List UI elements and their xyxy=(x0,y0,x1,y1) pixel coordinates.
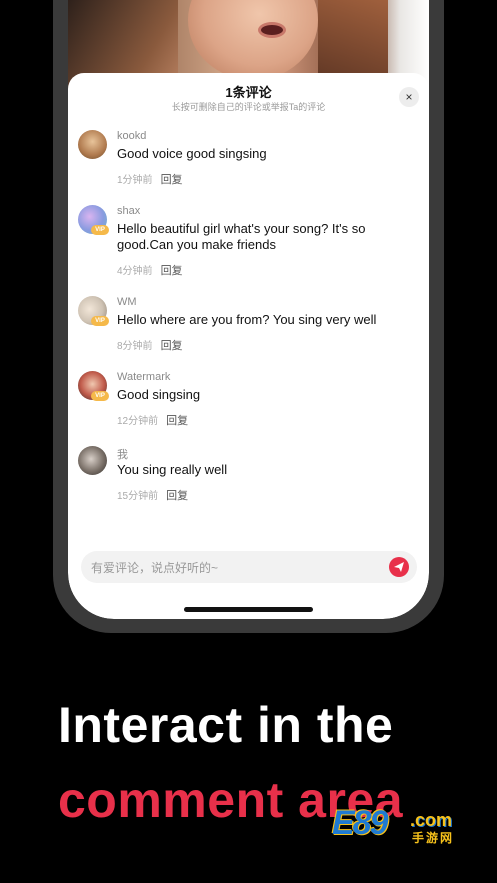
reply-button[interactable]: 回复 xyxy=(166,490,188,502)
comment-username[interactable]: shax xyxy=(117,205,140,217)
vip-badge: VIP xyxy=(91,316,109,326)
comment-text: Good singsing xyxy=(117,387,201,402)
comment-meta: 15分钟前 回复 xyxy=(117,487,188,503)
watermark-logo: E89 .com 手游网 xyxy=(332,804,482,845)
vip-badge: VIP xyxy=(91,391,109,401)
comment-username[interactable]: 我 xyxy=(117,446,128,462)
reply-button[interactable]: 回复 xyxy=(166,415,188,427)
comment-text: Hello beautiful girl what's your song? I… xyxy=(117,221,366,252)
comment-input-placeholder: 有爱评论，说点好听的~ xyxy=(91,561,219,575)
comment-input[interactable]: 有爱评论，说点好听的~ xyxy=(81,551,417,583)
home-indicator[interactable] xyxy=(184,607,313,612)
headline-line-1: Interact in the xyxy=(58,697,394,753)
comment-text: You sing really well xyxy=(117,462,228,477)
close-icon[interactable]: × xyxy=(399,87,419,107)
watermark-number: E89 xyxy=(332,804,388,842)
comment-count-title: 1条评论 xyxy=(225,85,272,100)
comment-text: Hello where are you from? You sing very … xyxy=(117,312,377,327)
comment-meta: 4分钟前 回复 xyxy=(117,262,183,278)
comment-meta: 12分钟前 回复 xyxy=(117,412,188,428)
avatar[interactable] xyxy=(78,446,107,475)
watermark-domain: .com xyxy=(410,810,453,830)
comment-sheet: 1条评论 长按可删除自己的评论或举报Ta的评论 × kookd Good voi… xyxy=(68,73,429,619)
comment-time: 1分钟前 xyxy=(117,175,153,186)
comment-username[interactable]: Watermark xyxy=(117,371,170,383)
paper-plane-icon xyxy=(394,562,404,572)
video-face xyxy=(188,0,318,80)
send-icon[interactable] xyxy=(389,557,409,577)
comment-time: 15分钟前 xyxy=(117,491,159,502)
comment-meta: 8分钟前 回复 xyxy=(117,337,183,353)
comment-text: Good voice good singsing xyxy=(117,146,267,161)
video-mouth xyxy=(258,22,286,38)
comment-hint: 长按可删除自己的评论或举报Ta的评论 xyxy=(171,102,326,112)
reply-button[interactable]: 回复 xyxy=(161,265,183,277)
comment-username[interactable]: WM xyxy=(117,296,137,308)
reply-button[interactable]: 回复 xyxy=(161,174,183,186)
avatar[interactable] xyxy=(78,130,107,159)
watermark-text: 手游网 xyxy=(412,831,455,845)
comment-time: 4分钟前 xyxy=(117,266,153,277)
reply-button[interactable]: 回复 xyxy=(161,340,183,352)
phone-screen: 1条评论 长按可删除自己的评论或举报Ta的评论 × kookd Good voi… xyxy=(68,0,429,619)
vip-badge: VIP xyxy=(91,225,109,235)
comment-meta: 1分钟前 回复 xyxy=(117,171,183,187)
comment-time: 12分钟前 xyxy=(117,416,159,427)
comment-time: 8分钟前 xyxy=(117,341,153,352)
comment-username[interactable]: kookd xyxy=(117,130,146,142)
